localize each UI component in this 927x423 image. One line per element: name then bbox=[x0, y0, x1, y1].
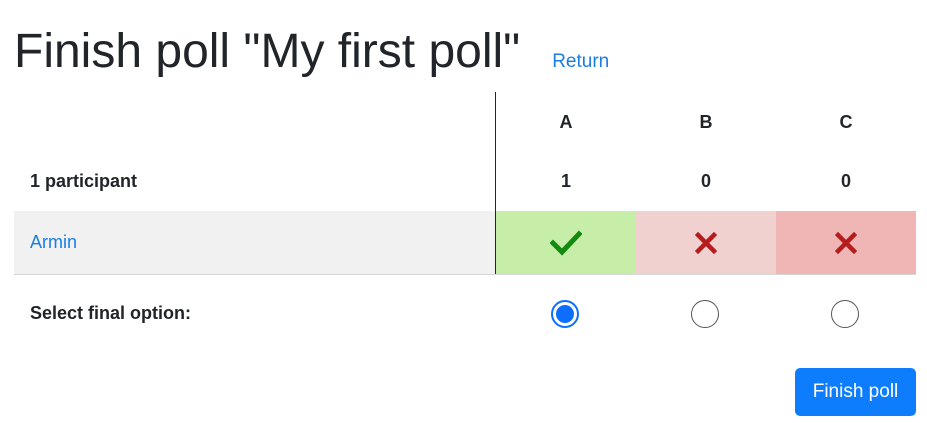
select-final-option-label: Select final option: bbox=[30, 303, 192, 323]
participant-count-row: 1 participant 1 0 0 bbox=[14, 152, 916, 211]
option-count-b: 0 bbox=[700, 171, 711, 191]
option-header-c: C bbox=[839, 111, 853, 132]
finish-poll-button[interactable]: Finish poll bbox=[795, 368, 916, 416]
final-option-cell-b bbox=[635, 275, 775, 352]
poll-table: A B C 1 participant 1 0 0 Armin Select f… bbox=[14, 92, 916, 352]
option-count-a: 1 bbox=[495, 152, 636, 211]
page-header: Finish poll "My first poll" Return bbox=[14, 22, 609, 82]
vote-cell-a bbox=[495, 211, 636, 274]
participant-row: Armin bbox=[14, 211, 916, 275]
final-option-radio-b[interactable] bbox=[691, 299, 719, 328]
vote-cell-c bbox=[776, 211, 916, 274]
finish-poll-page: Finish poll "My first poll" Return A B C… bbox=[0, 0, 927, 423]
final-option-radio-a[interactable] bbox=[551, 299, 579, 328]
cross-icon bbox=[695, 231, 717, 254]
participant-name-cell: Armin bbox=[14, 211, 495, 274]
header-spacer bbox=[14, 92, 495, 152]
select-final-option-row: Select final option: bbox=[14, 275, 916, 352]
final-option-cell-c bbox=[775, 275, 915, 352]
check-icon bbox=[550, 229, 582, 256]
option-header-b: B bbox=[699, 111, 713, 132]
return-link[interactable]: Return bbox=[552, 51, 609, 73]
option-header-a: A bbox=[495, 92, 636, 152]
vote-cell-b bbox=[636, 211, 776, 274]
page-title: Finish poll "My first poll" bbox=[14, 25, 521, 78]
participant-count-label: 1 participant bbox=[30, 171, 138, 191]
option-count-c: 0 bbox=[840, 171, 851, 191]
final-option-cell-a bbox=[495, 275, 635, 352]
options-header-row: A B C bbox=[14, 92, 916, 152]
cross-icon bbox=[835, 231, 857, 254]
participant-name-link[interactable]: Armin bbox=[30, 232, 77, 253]
final-option-radio-c[interactable] bbox=[831, 299, 859, 328]
